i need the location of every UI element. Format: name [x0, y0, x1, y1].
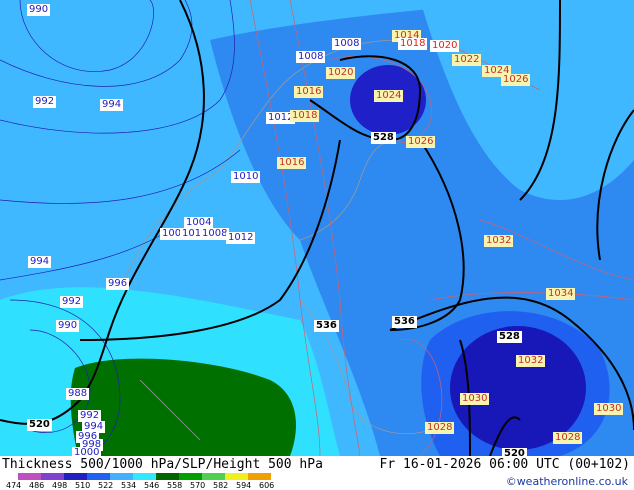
slp-label: 1030 [460, 393, 490, 405]
legend-swatch [41, 473, 64, 480]
legend-swatch [110, 473, 133, 480]
color-legend: 474 486 498 510 522 534 546 558 570 582 594 606 [6, 473, 306, 490]
legend-swatch [64, 473, 87, 480]
slp-label: 1010 [231, 171, 261, 183]
map-title: Thickness 500/1000 hPa/SLP/Height 500 hP… [2, 457, 323, 472]
legend-tick: 486 [29, 481, 45, 490]
slp-label: 1026 [501, 74, 531, 86]
slp-label: 1008 [296, 51, 326, 63]
thickness-label: 520 [27, 419, 52, 431]
legend-tick: 594 [236, 481, 252, 490]
map-canvas [0, 0, 634, 456]
slp-label: 990 [56, 320, 80, 332]
slp-label: 1016 [294, 86, 324, 98]
slp-label: 1028 [425, 422, 455, 434]
slp-label: 1020 [430, 40, 460, 52]
legend-tick: 606 [259, 481, 275, 490]
thickness-label: 536 [314, 320, 339, 332]
slp-label: 1022 [452, 54, 482, 66]
legend-swatch [18, 473, 41, 480]
legend-swatch [133, 473, 156, 480]
slp-label: 990 [27, 4, 51, 16]
legend-tick: 534 [121, 481, 137, 490]
slp-label: 1034 [546, 288, 576, 300]
slp-label: 1016 [277, 157, 307, 169]
slp-label: 1012 [226, 232, 256, 244]
legend-tick: 522 [98, 481, 114, 490]
thickness-label: 528 [497, 331, 522, 343]
slp-label: 1026 [406, 136, 436, 148]
slp-label: 1024 [374, 90, 404, 102]
thickness-label: 520 [502, 448, 527, 456]
credit-link[interactable]: ©weatheronline.co.uk [506, 475, 628, 488]
legend-tick: 558 [167, 481, 183, 490]
legend-swatch [87, 473, 110, 480]
forecast-datetime: Fr 16-01-2026 06:00 UTC (00+102) [379, 457, 630, 472]
slp-label: 1020 [326, 67, 356, 79]
legend-tick: 570 [190, 481, 206, 490]
map-footer: Thickness 500/1000 hPa/SLP/Height 500 hP… [0, 456, 634, 490]
slp-label: 1018 [398, 38, 428, 50]
legend-tick: 546 [144, 481, 160, 490]
legend-tick: 498 [52, 481, 68, 490]
thickness-label: 528 [371, 132, 396, 144]
slp-label: 1000 [72, 447, 102, 456]
slp-label: 992 [33, 96, 57, 108]
slp-label: 992 [60, 296, 84, 308]
thickness-label: 536 [392, 316, 417, 328]
legend-color-bar [18, 473, 271, 480]
legend-swatch [225, 473, 248, 480]
slp-label: 1018 [290, 110, 320, 122]
slp-label: 994 [28, 256, 52, 268]
legend-swatch [156, 473, 179, 480]
slp-label: 994 [100, 99, 124, 111]
legend-tick: 474 [6, 481, 22, 490]
slp-label: 996 [106, 278, 130, 290]
slp-label: 1032 [484, 235, 514, 247]
legend-tick: 510 [75, 481, 91, 490]
legend-swatch [248, 473, 271, 480]
slp-label: 1028 [553, 432, 583, 444]
legend-swatch [202, 473, 225, 480]
slp-label: 988 [66, 388, 90, 400]
legend-tick: 582 [213, 481, 229, 490]
slp-label: 1008 [332, 38, 362, 50]
slp-label: 1032 [516, 355, 546, 367]
weather-map: 990 992 994 994 992 990 996 988 992 994 … [0, 0, 634, 456]
slp-label: 1030 [594, 403, 624, 415]
legend-swatch [179, 473, 202, 480]
